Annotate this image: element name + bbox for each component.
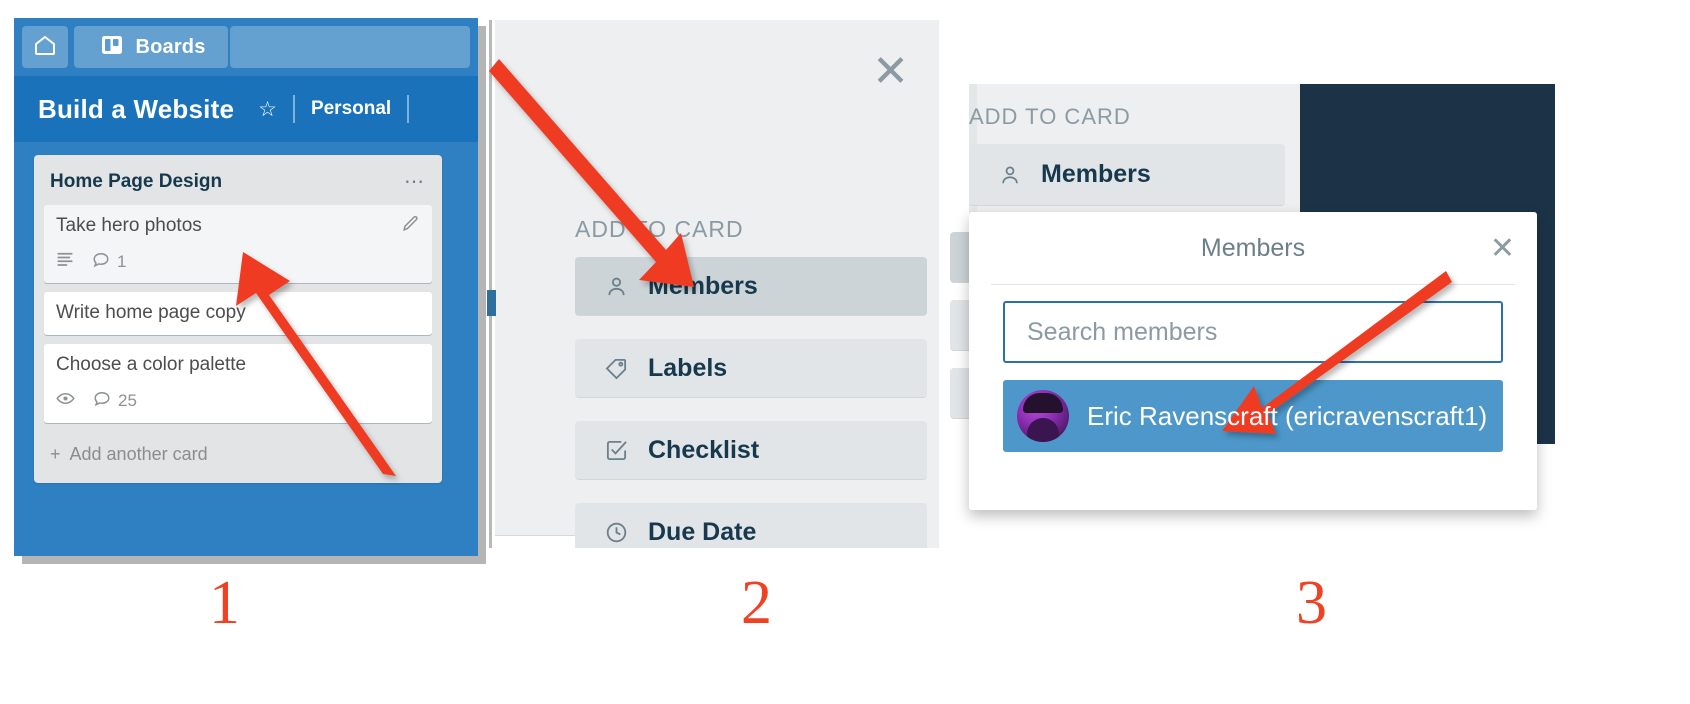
home-icon [33, 33, 57, 62]
page-title: Build a Website [38, 93, 235, 124]
add-due-date-button[interactable]: Due Date [575, 503, 927, 548]
header-divider-1 [292, 95, 295, 123]
popup-title: Members [1200, 234, 1306, 262]
comment-icon [93, 389, 111, 412]
trello-board-frame: Boards Build a Website ☆ Personal Home P… [14, 18, 478, 556]
comment-badge: 1 [92, 250, 126, 273]
comment-badge: 25 [93, 389, 137, 412]
list-item[interactable]: Choose a color palette 25 [44, 343, 432, 423]
card-title: Take hero photos [56, 215, 202, 236]
add-checklist-button[interactable]: Checklist [575, 421, 927, 480]
person-icon [999, 164, 1021, 186]
trello-boards-icon [100, 33, 124, 62]
person-icon [605, 275, 628, 298]
add-labels-label: Labels [648, 353, 728, 382]
avatar [1017, 390, 1069, 442]
eye-icon [56, 389, 75, 413]
add-another-card-button[interactable]: + Add another card [44, 432, 432, 473]
add-members-button[interactable]: Members [969, 144, 1285, 206]
add-members-button[interactable]: Members [575, 257, 927, 316]
panel-trello-board: Boards Build a Website ☆ Personal Home P… [14, 18, 486, 564]
tag-icon [605, 357, 628, 380]
panel2-scroll-track[interactable] [489, 20, 492, 548]
star-icon[interactable]: ☆ [258, 97, 277, 122]
panel-members-popup: ADD TO CARD Members Members ✕ Search mem… [950, 84, 1555, 516]
list-header: Home Page Design ⋯ [44, 163, 432, 205]
panel-card-detail-sidebar: ✕ ADD TO CARD Members Labels Checklist D… [487, 20, 939, 548]
trello-top-navbar: Boards [14, 18, 478, 76]
home-button[interactable] [22, 26, 68, 68]
search-bar[interactable] [230, 26, 470, 68]
card-title: Choose a color palette [56, 353, 247, 375]
add-card-label: Add another card [69, 443, 208, 464]
board-visibility-label[interactable]: Personal [311, 98, 391, 120]
card-title: Write home page copy [56, 302, 246, 323]
list-item[interactable]: Take hero photos 1 [44, 205, 432, 283]
add-members-label: Members [648, 271, 758, 300]
header-divider-2 [407, 95, 410, 123]
list-item[interactable]: Write home page copy [44, 292, 432, 335]
close-icon[interactable]: ✕ [872, 50, 909, 94]
comment-icon [92, 250, 110, 273]
add-members-label: Members [1041, 160, 1151, 188]
card-badges: 25 [56, 389, 420, 413]
add-due-date-label: Due Date [648, 517, 757, 546]
comment-count: 1 [117, 251, 127, 271]
description-icon [56, 250, 74, 273]
list-title: Home Page Design [50, 171, 223, 192]
boards-label: Boards [135, 35, 206, 58]
checkbox-icon [605, 439, 628, 462]
members-popup: Members ✕ Search members Eric Ravenscraf… [969, 212, 1537, 510]
add-to-card-section-label: ADD TO CARD [575, 216, 744, 242]
add-to-card-section-label: ADD TO CARD [969, 104, 1131, 129]
add-checklist-label: Checklist [648, 435, 760, 464]
watch-badge [56, 389, 75, 413]
step-number-2: 2 [741, 569, 772, 637]
ellipsis-icon[interactable]: ⋯ [404, 172, 426, 192]
search-members-input[interactable]: Search members [1003, 301, 1503, 363]
pencil-icon[interactable] [393, 214, 420, 238]
clock-icon [605, 521, 628, 544]
panel3-dark-background [1300, 84, 1555, 214]
member-name: Eric Ravenscraft (ericravenscraft1) [1087, 400, 1488, 431]
step-number-1: 1 [209, 569, 240, 637]
card-badges: 1 [56, 250, 420, 273]
popup-divider [991, 284, 1515, 285]
board-header: Build a Website ☆ Personal [14, 76, 478, 142]
close-icon[interactable]: ✕ [1490, 234, 1515, 264]
add-labels-button[interactable]: Labels [575, 339, 927, 398]
description-badge [56, 250, 74, 273]
plus-icon: + [50, 443, 61, 464]
list-item[interactable]: Eric Ravenscraft (ericravenscraft1) [1003, 380, 1503, 452]
step-number-3: 3 [1296, 569, 1327, 637]
comment-count: 25 [118, 390, 137, 410]
panel2-label-chip [487, 290, 496, 316]
boards-button[interactable]: Boards [74, 26, 228, 68]
board-list: Home Page Design ⋯ Take hero photos 1 Wr… [34, 155, 442, 483]
